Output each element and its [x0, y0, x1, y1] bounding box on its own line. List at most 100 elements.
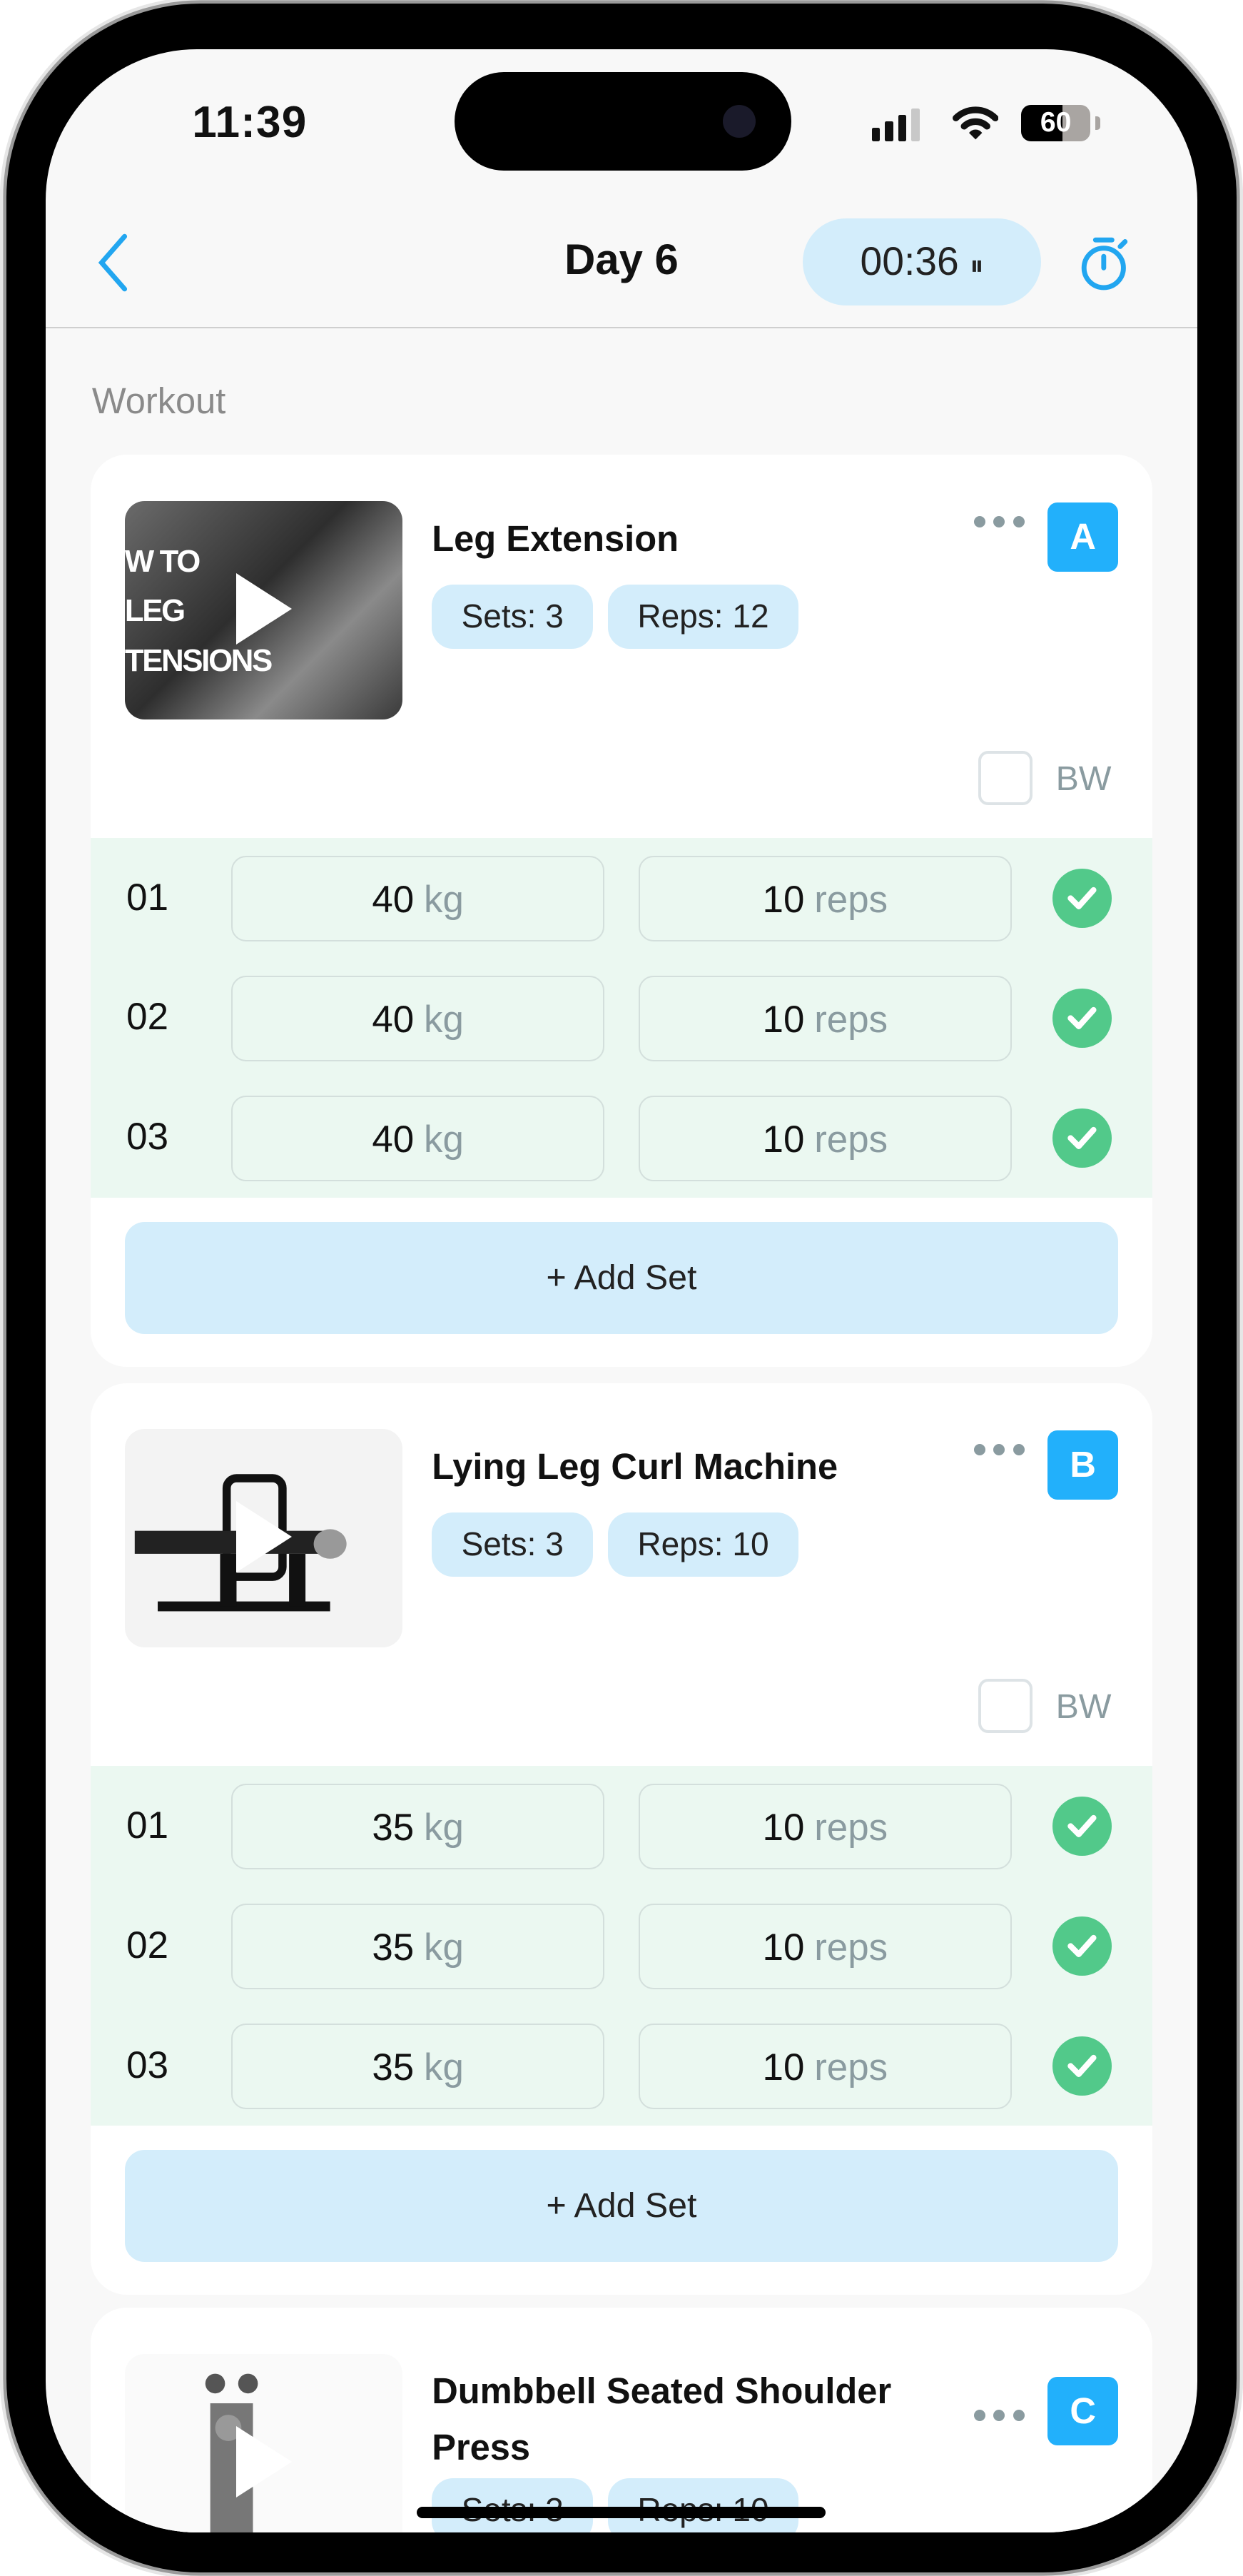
weight-unit: kg: [424, 1807, 464, 1849]
exercise-video-thumbnail[interactable]: W TO LEG TENSIONS: [124, 500, 402, 719]
sets-table: 01 40 kg 10 reps 02 40 kg 10 reps 03 40 kg 10…: [90, 837, 1153, 1198]
weight-input[interactable]: 35 kg: [231, 1784, 604, 1869]
reps-value: 10: [762, 998, 805, 1041]
weight-input[interactable]: 40 kg: [231, 1095, 604, 1181]
weight-input[interactable]: 35 kg: [231, 1904, 604, 1989]
timer-value: 00:36: [860, 239, 959, 284]
reps-chip: Reps: 12: [607, 585, 798, 649]
bodyweight-label: BW: [1055, 759, 1112, 799]
play-icon: [236, 2425, 293, 2497]
reps-input[interactable]: 10 reps: [639, 855, 1012, 941]
exercise-name: Leg Extension: [432, 517, 679, 559]
exercise-name: Dumbbell Seated Shoulder Press: [432, 2370, 892, 2468]
battery-icon: 60: [1021, 105, 1090, 141]
set-number: 02: [126, 1924, 169, 1966]
phone-frame: 11:39 60 Day 6 00:36 ⏸ Workout W TO LEG TE…: [6, 3, 1237, 2572]
set-row: 01 35 kg 10 reps: [91, 1784, 1153, 1869]
exercise-card: W TO LEG TENSIONS Leg Extension Sets: 3 Re…: [90, 455, 1153, 1367]
set-number: 03: [126, 2044, 169, 2086]
weight-input[interactable]: 40 kg: [231, 975, 604, 1061]
set-row: 03 35 kg 10 reps: [91, 2024, 1153, 2109]
reps-input[interactable]: 10 reps: [639, 1095, 1012, 1181]
set-number: 01: [126, 1804, 169, 1847]
set-row: 02 40 kg 10 reps: [91, 975, 1153, 1061]
weight-value: 35: [372, 1807, 415, 1849]
set-row: 03 40 kg 10 reps: [91, 1095, 1153, 1181]
set-complete-check-icon[interactable]: [1052, 869, 1112, 929]
cellular-signal-icon: [871, 108, 920, 141]
pause-icon: ⏸: [970, 251, 984, 282]
sets-chip: Sets: 3: [432, 1512, 594, 1577]
set-complete-check-icon[interactable]: [1052, 1916, 1112, 1976]
stopwatch-icon[interactable]: [1077, 233, 1133, 293]
reps-value: 10: [762, 1807, 805, 1849]
header-divider: [46, 326, 1197, 329]
reps-value: 10: [762, 2046, 805, 2089]
weight-value: 40: [372, 998, 415, 1041]
reps-input[interactable]: 10 reps: [639, 2024, 1012, 2109]
bodyweight-checkbox[interactable]: [978, 1678, 1033, 1733]
reps-input[interactable]: 10 reps: [639, 975, 1012, 1061]
weight-unit: kg: [424, 998, 464, 1041]
set-complete-check-icon[interactable]: [1052, 1108, 1112, 1168]
set-number: 01: [126, 876, 169, 919]
add-set-button[interactable]: + Add Set: [124, 1222, 1119, 1334]
add-set-button[interactable]: + Add Set: [124, 2150, 1119, 2262]
more-options-icon[interactable]: [973, 515, 1025, 527]
set-complete-check-icon[interactable]: [1052, 1797, 1112, 1857]
reps-value: 10: [762, 1118, 805, 1161]
status-time: 11:39: [192, 97, 308, 147]
reps-value: 10: [762, 878, 805, 921]
play-icon: [236, 1501, 293, 1573]
reps-unit: reps: [814, 878, 888, 921]
weight-unit: kg: [424, 878, 464, 921]
reps-unit: reps: [814, 1807, 888, 1849]
bodyweight-checkbox[interactable]: [978, 750, 1033, 805]
camera-icon: [722, 105, 756, 138]
weight-input[interactable]: 40 kg: [231, 855, 604, 941]
reps-chip: Reps: 10: [607, 1512, 798, 1577]
weight-value: 40: [372, 878, 415, 921]
exercise-card: Dumbbell Seated Shoulder Press Sets: 3 R…: [90, 2308, 1153, 2533]
exercise-name: Lying Leg Curl Machine: [432, 1445, 838, 1487]
reps-input[interactable]: 10 reps: [639, 1784, 1012, 1869]
more-options-icon[interactable]: [973, 2409, 1025, 2421]
set-complete-check-icon[interactable]: [1052, 989, 1112, 1049]
bodyweight-label: BW: [1055, 1687, 1112, 1727]
reps-value: 10: [762, 1926, 805, 1969]
exercise-video-thumbnail[interactable]: [124, 1429, 402, 1648]
dynamic-island: [455, 72, 792, 171]
play-icon: [236, 573, 293, 645]
more-options-icon[interactable]: [973, 1443, 1025, 1455]
home-indicator[interactable]: [417, 2506, 826, 2518]
weight-value: 35: [372, 1926, 415, 1969]
set-complete-check-icon[interactable]: [1052, 2036, 1112, 2096]
sets-chip: Sets: 3: [432, 585, 594, 649]
superset-badge: C: [1047, 2376, 1119, 2446]
set-row: 02 35 kg 10 reps: [91, 1904, 1153, 1989]
wifi-icon: [952, 106, 999, 140]
weight-unit: kg: [424, 1926, 464, 1969]
app-screen: 11:39 60 Day 6 00:36 ⏸ Workout W TO LEG TE…: [46, 49, 1197, 2533]
sets-chip: Sets: 3: [432, 2478, 594, 2533]
superset-badge: A: [1047, 502, 1119, 572]
stage: 11:39 60 Day 6 00:36 ⏸ Workout W TO LEG TE…: [0, 0, 1243, 2574]
weight-unit: kg: [424, 1118, 464, 1161]
weight-input[interactable]: 35 kg: [231, 2024, 604, 2109]
set-row: 01 40 kg 10 reps: [91, 855, 1153, 941]
reps-chip: Reps: 10: [607, 2478, 798, 2533]
workout-timer-button[interactable]: 00:36 ⏸: [803, 218, 1041, 305]
exercise-video-thumbnail[interactable]: [124, 2353, 402, 2533]
weight-value: 40: [372, 1118, 415, 1161]
reps-unit: reps: [814, 1926, 888, 1969]
reps-unit: reps: [814, 1118, 888, 1161]
set-number: 03: [126, 1116, 169, 1158]
superset-badge: B: [1047, 1430, 1119, 1500]
section-title: Workout: [91, 380, 226, 421]
weight-value: 35: [372, 2046, 415, 2089]
set-number: 02: [126, 996, 169, 1039]
sets-table: 01 35 kg 10 reps 02 35 kg 10 reps 03 35 kg 10…: [90, 1765, 1153, 2126]
exercise-card: Lying Leg Curl Machine Sets: 3 Reps: 10 …: [90, 1383, 1153, 2295]
weight-unit: kg: [424, 2046, 464, 2089]
reps-input[interactable]: 10 reps: [639, 1904, 1012, 1989]
